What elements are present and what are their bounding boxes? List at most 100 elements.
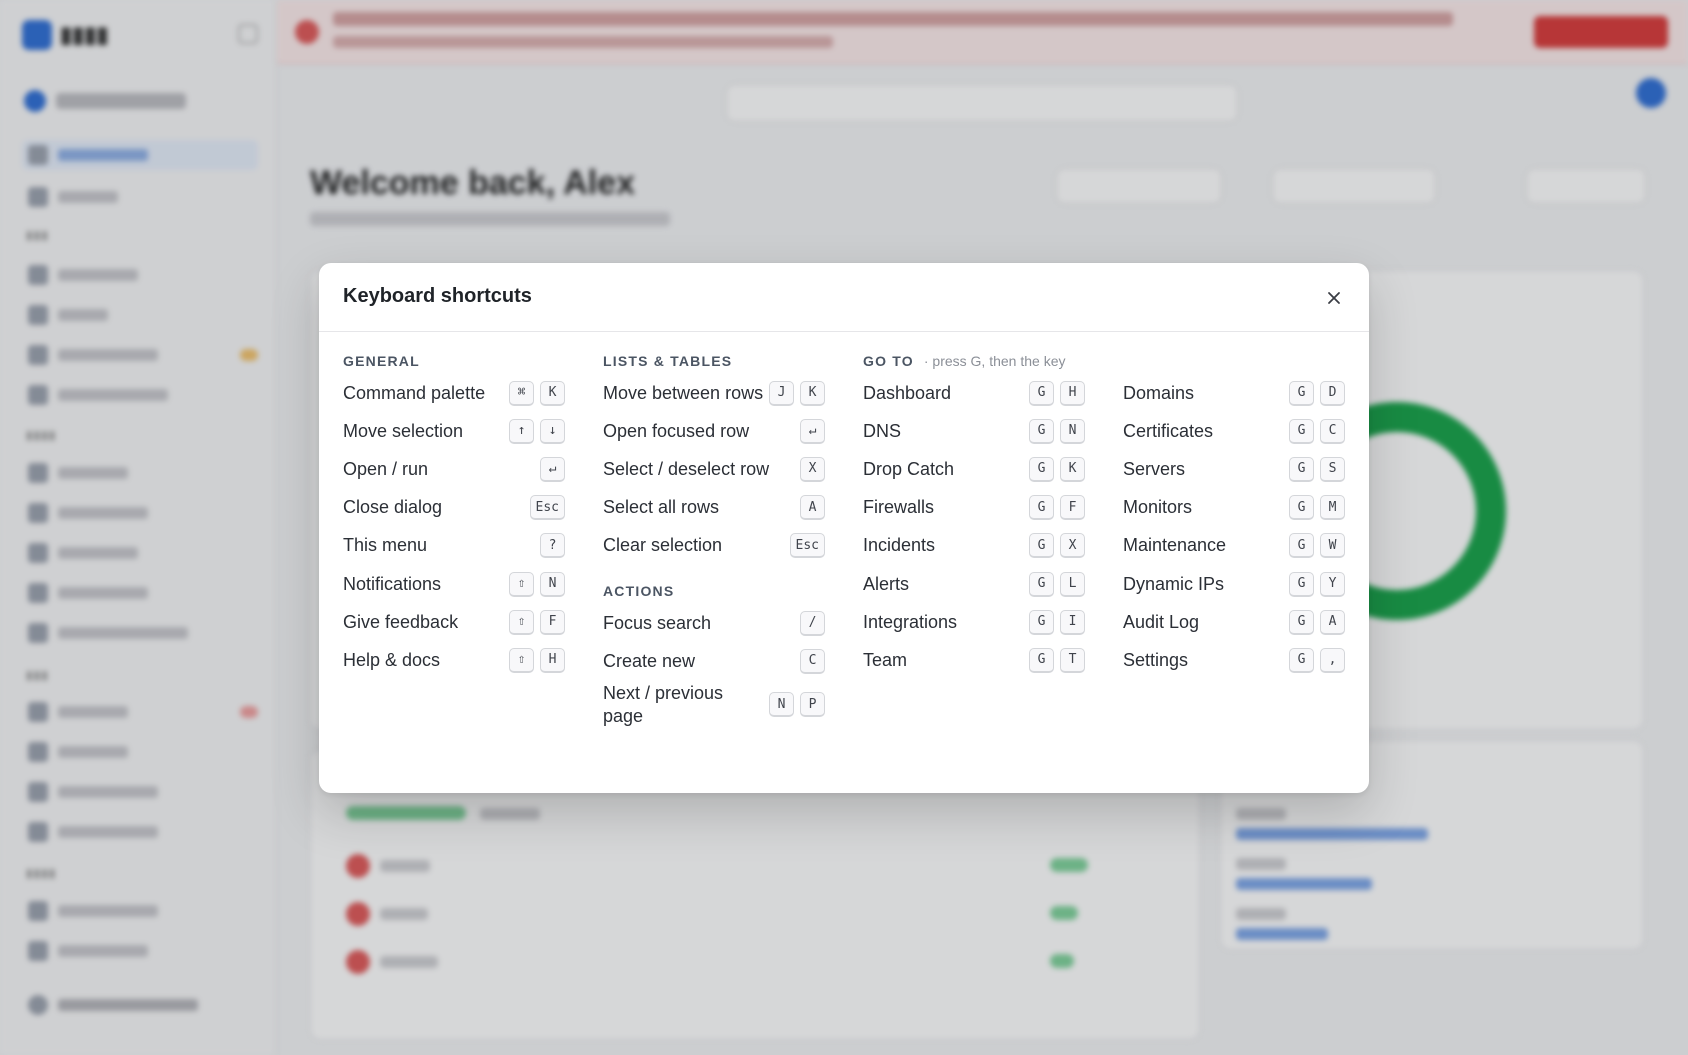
key-cap: ⌘ (509, 380, 534, 406)
key-cap: Y (1320, 571, 1345, 597)
shortcut-row: Help & docs ⇧ H (343, 641, 565, 679)
shortcut-row: Dashboard G H (863, 374, 1085, 412)
key-cap: X (1060, 533, 1085, 559)
key-cap: ↓ (540, 418, 565, 444)
key-cap: G (1289, 418, 1314, 444)
shortcut-keys: X (800, 456, 825, 482)
dialog-title: Keyboard shortcuts (343, 285, 532, 307)
shortcut-keys: Esc (789, 533, 825, 559)
shortcut-row: Close dialog Esc (343, 489, 565, 527)
key-cap: ? (540, 533, 565, 559)
keyboard-shortcuts-dialog: Keyboard shortcuts GENERAL Command palet… (319, 263, 1369, 793)
section-title: ACTIONS (603, 582, 675, 599)
key-cap: C (800, 648, 825, 674)
key-cap: C (1320, 418, 1345, 444)
shortcut-label: Focus search (603, 612, 712, 633)
key-cap: Esc (529, 495, 565, 521)
shortcut-row: Notifications ⇧ N (343, 565, 565, 603)
key-cap: F (1060, 495, 1085, 521)
key-cap: G (1289, 456, 1314, 482)
key-cap: G (1029, 380, 1054, 406)
shortcut-keys: NP (769, 692, 825, 718)
shortcut-row: Open focused row ↵ (603, 412, 825, 450)
key-cap: M (1320, 495, 1345, 521)
shortcut-keys: GS (1289, 456, 1345, 482)
shortcut-label: Move between rows (603, 382, 764, 403)
shortcut-keys: GA (1289, 609, 1345, 635)
shortcut-row: Audit Log G A (1123, 603, 1345, 641)
shortcut-row: Give feedback ⇧ F (343, 603, 565, 641)
shortcut-row: Focus search / (603, 604, 825, 642)
shortcut-row: Settings G, (1123, 641, 1345, 679)
shortcut-keys: ↵ (540, 456, 565, 482)
shortcut-label: Select / deselect row (603, 458, 770, 479)
key-cap: G (1289, 571, 1314, 597)
key-cap: G (1029, 495, 1054, 521)
key-cap: G (1289, 647, 1314, 673)
key-cap: I (1060, 609, 1085, 635)
shortcut-keys: GK (1029, 456, 1085, 482)
shortcut-label: Next / previous page (603, 682, 724, 726)
shortcut-label: Monitors (1123, 497, 1193, 518)
shortcut-row: Select all rows A (603, 489, 825, 527)
shortcut-label: Create new (603, 650, 696, 671)
shortcut-row: Clear selection Esc (603, 527, 825, 565)
shortcut-label: Alerts (863, 573, 910, 594)
shortcut-label: Select all rows (603, 497, 720, 518)
key-cap: L (1060, 571, 1085, 597)
shortcut-list: Dashboard G H DNS G N Drop Catch G K Firewalls G F I… (863, 374, 1085, 680)
key-cap: ⇧ (509, 647, 534, 673)
section-title: GO TO · press G, then the key (863, 351, 1345, 371)
close-button[interactable] (1321, 285, 1347, 311)
key-cap: D (1320, 380, 1345, 406)
shortcut-list: Focus search / Create new C Next / previous … (603, 604, 825, 729)
key-cap: J (769, 380, 794, 406)
shortcut-keys: GT (1029, 647, 1085, 673)
shortcut-label: Settings (1123, 649, 1189, 670)
shortcut-row: Domains G D (1123, 374, 1345, 412)
shortcut-row: Open / run ↵ (343, 450, 565, 488)
key-cap: G (1029, 609, 1054, 635)
key-cap: K (800, 380, 825, 406)
shortcut-label: Clear selection (603, 535, 723, 556)
shortcut-keys: A (800, 495, 825, 521)
shortcut-keys: GF (1029, 495, 1085, 521)
shortcut-row: Create new C (603, 642, 825, 680)
key-cap: X (800, 456, 825, 482)
shortcut-label: Certificates (1123, 420, 1214, 441)
shortcut-row: Maintenance G W (1123, 527, 1345, 565)
shortcut-label: Open / run (343, 458, 429, 479)
shortcut-label: Firewalls (863, 497, 935, 518)
shortcut-label: This menu (343, 535, 428, 556)
key-cap: W (1320, 533, 1345, 559)
shortcut-keys: GL (1029, 571, 1085, 597)
key-cap: G (1289, 495, 1314, 521)
shortcut-keys: JK (769, 380, 825, 406)
key-cap: H (1060, 380, 1085, 406)
shortcut-label: Dashboard (863, 382, 952, 403)
shortcut-keys: C (800, 648, 825, 674)
shortcut-label: Open focused row (603, 420, 750, 441)
key-cap: N (769, 692, 794, 718)
key-cap: ⇧ (509, 609, 534, 635)
shortcut-row: Move selection ↑ ↓ (343, 412, 565, 450)
shortcut-keys: GW (1289, 533, 1345, 559)
key-cap: ↵ (540, 456, 565, 482)
shortcut-label: DNS (863, 420, 902, 441)
shortcut-row: This menu? (343, 527, 565, 565)
shortcut-row: Servers G S (1123, 450, 1345, 488)
shortcut-row: Alerts G L (863, 565, 1085, 603)
shortcut-keys: GX (1029, 533, 1085, 559)
shortcut-list: Domains G D Certificates G C Servers G S Monitors… (1123, 374, 1345, 680)
shortcut-label: Drop Catch (863, 458, 955, 479)
shortcut-row: Move between rows J K (603, 374, 825, 412)
section-general: GENERAL Command palette ⌘ K Move selection ↑… (343, 351, 565, 680)
shortcut-keys: / (800, 610, 825, 636)
shortcut-row: Integrations G I (863, 603, 1085, 641)
key-cap: / (800, 610, 825, 636)
section-hint: · press G, then the key (923, 353, 1066, 369)
shortcut-keys: Esc (529, 495, 565, 521)
shortcut-label: Audit Log (1123, 611, 1200, 632)
close-icon (1328, 292, 1340, 304)
shortcut-keys: ⌘ K (509, 380, 565, 406)
